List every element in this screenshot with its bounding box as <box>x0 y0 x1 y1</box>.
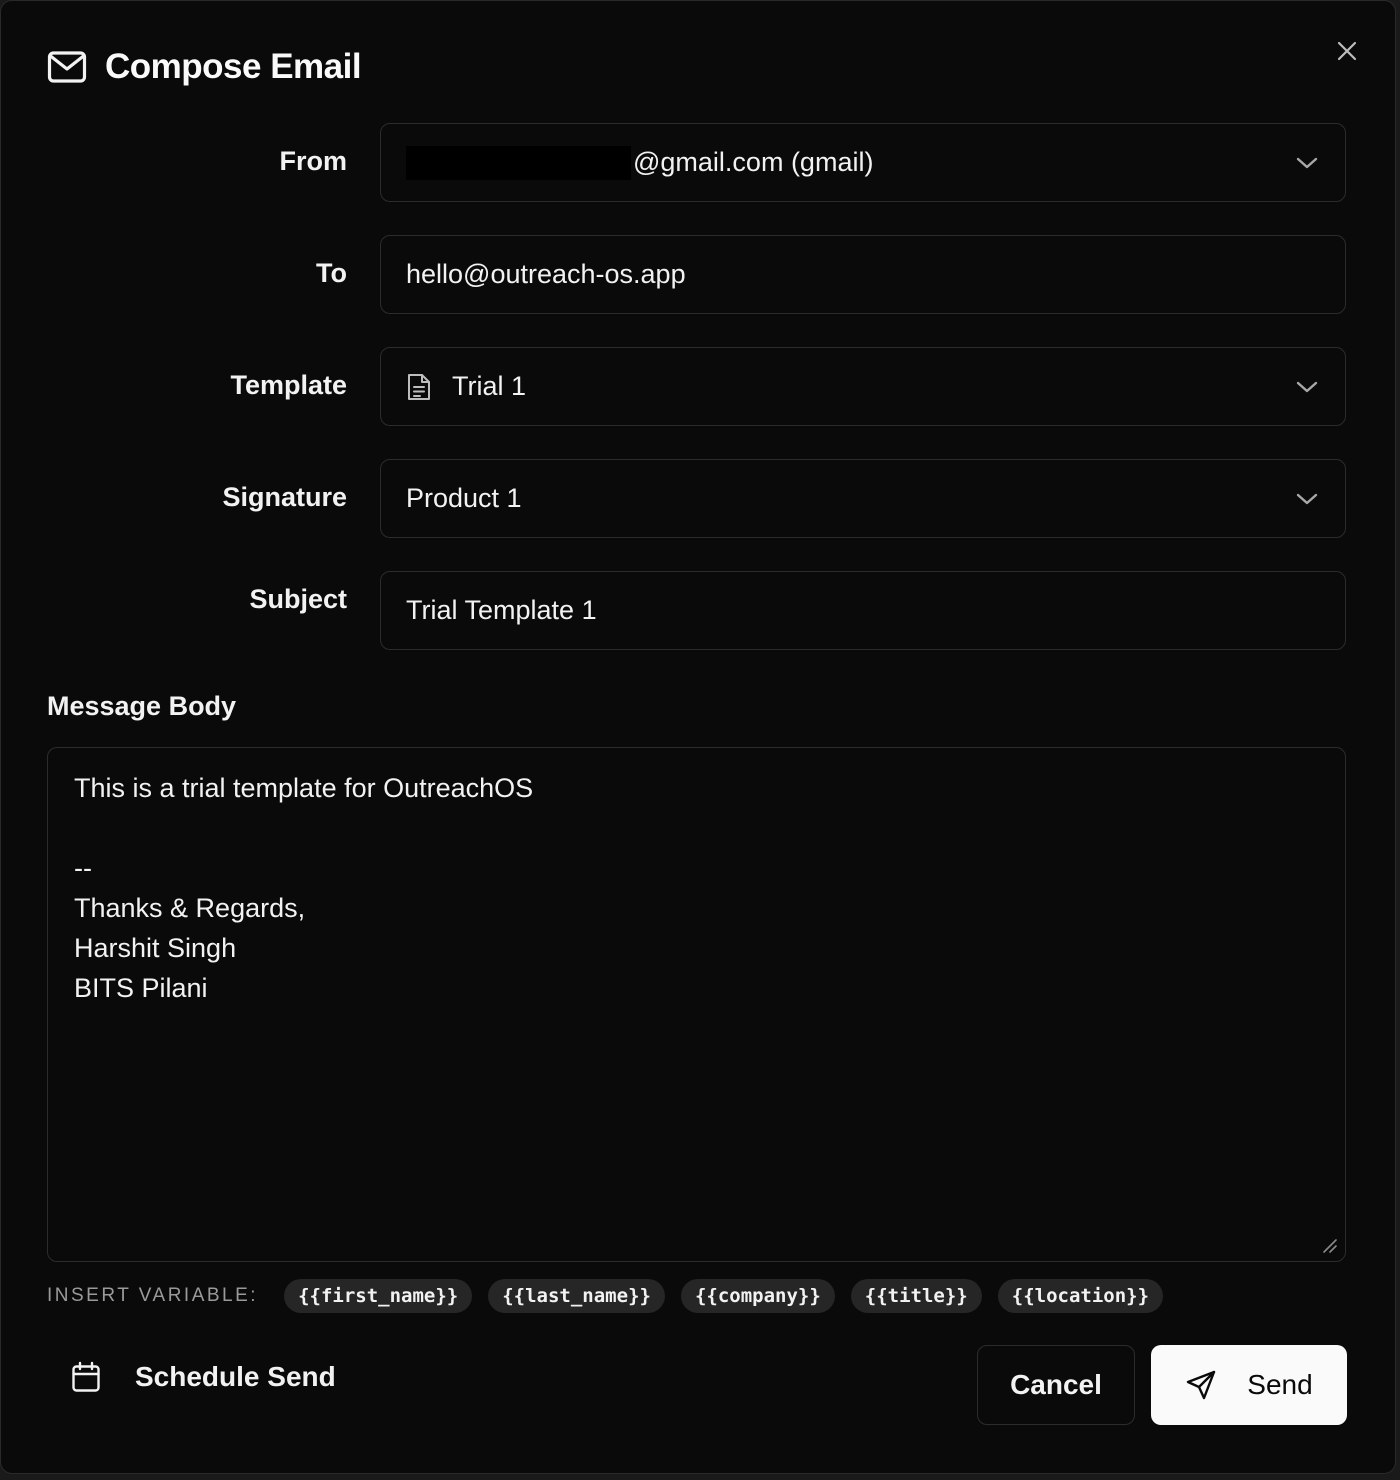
message-line: This is a trial template for OutreachOS <box>74 773 534 803</box>
close-icon <box>1337 41 1357 61</box>
message-line: -- <box>74 853 92 883</box>
dialog-header: Compose Email <box>47 47 362 87</box>
to-input[interactable]: hello@outreach-os.app <box>380 235 1346 314</box>
message-body-textarea[interactable]: This is a trial template for OutreachOS … <box>47 747 1346 1262</box>
template-select[interactable]: Trial 1 <box>380 347 1346 426</box>
send-button[interactable]: Send <box>1151 1345 1347 1425</box>
insert-variable-label: INSERT VARIABLE: <box>47 1285 259 1306</box>
message-line: BITS Pilani <box>74 973 208 1003</box>
message-body-label: Message Body <box>47 691 237 721</box>
from-select[interactable]: @gmail.com (gmail) <box>380 123 1346 202</box>
message-line <box>74 808 1319 848</box>
variable-chip-title[interactable]: {{title}} <box>850 1279 982 1313</box>
chevron-down-icon <box>1293 485 1321 513</box>
cancel-button[interactable]: Cancel <box>977 1345 1135 1425</box>
document-icon <box>406 372 436 402</box>
message-line: Harshit Singh <box>74 933 237 963</box>
mail-icon <box>47 51 87 83</box>
message-line: Thanks & Regards, <box>74 893 306 923</box>
send-label: Send <box>1247 1369 1313 1400</box>
signature-select[interactable]: Product 1 <box>380 459 1346 538</box>
subject-value: Trial Template 1 <box>406 595 597 625</box>
template-label: Template <box>230 370 347 400</box>
variable-chip-company[interactable]: {{company}} <box>680 1279 835 1313</box>
to-value: hello@outreach-os.app <box>406 259 686 289</box>
from-value: @gmail.com (gmail) <box>406 145 1293 180</box>
schedule-send-label: Schedule Send <box>135 1361 336 1392</box>
from-value-text: @gmail.com (gmail) <box>633 147 874 177</box>
to-label: To <box>316 258 347 288</box>
signature-value: Product 1 <box>406 483 522 513</box>
template-value: Trial 1 <box>452 371 527 401</box>
dialog-title: Compose Email <box>105 47 362 86</box>
chevron-down-icon <box>1293 373 1321 401</box>
calendar-icon <box>72 1361 100 1392</box>
variable-chip-last-name[interactable]: {{last_name}} <box>488 1279 665 1313</box>
resize-handle-icon[interactable] <box>1319 1235 1339 1255</box>
from-label: From <box>279 146 348 176</box>
subject-input[interactable]: Trial Template 1 <box>380 571 1346 650</box>
chevron-down-icon <box>1293 149 1321 177</box>
compose-email-dialog: Compose Email From @gmail.com (gmail) To… <box>0 0 1396 1474</box>
schedule-send-button[interactable]: Schedule Send <box>71 1361 336 1393</box>
signature-label: Signature <box>222 482 347 512</box>
subject-label: Subject <box>249 584 347 614</box>
close-button[interactable] <box>1331 35 1363 67</box>
send-icon <box>1187 1370 1216 1400</box>
redacted-address <box>406 145 631 180</box>
insert-variable-row: INSERT VARIABLE: {{first_name}} {{last_n… <box>47 1279 1164 1313</box>
variable-chip-location[interactable]: {{location}} <box>997 1279 1164 1313</box>
variable-chip-first-name[interactable]: {{first_name}} <box>284 1279 473 1313</box>
